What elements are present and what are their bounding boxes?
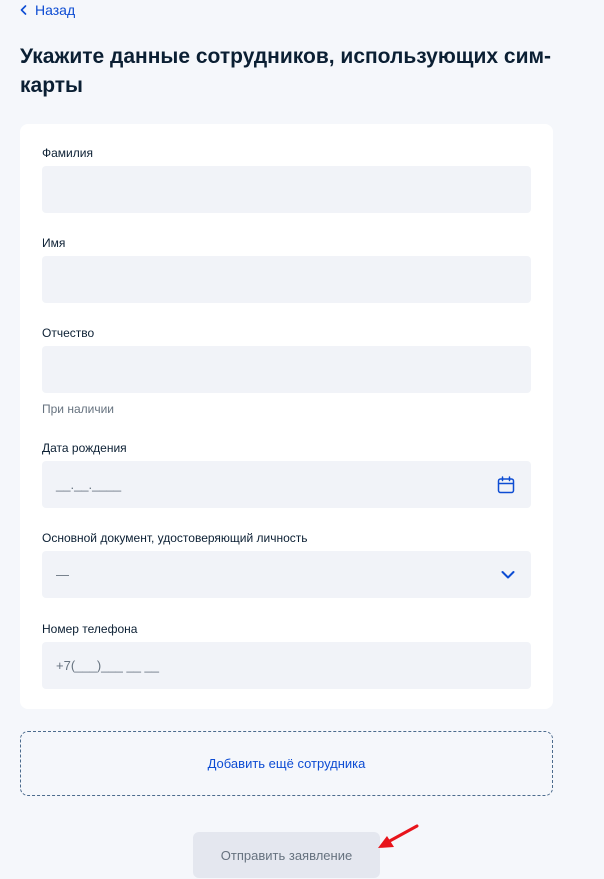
employee-form-card: Фамилия Имя Отчество При наличии Дата ро… — [20, 124, 553, 709]
add-employee-button[interactable]: Добавить ещё сотрудника — [20, 731, 553, 796]
add-employee-label: Добавить ещё сотрудника — [207, 756, 366, 771]
patronymic-input[interactable] — [42, 346, 531, 393]
back-link-label: Назад — [35, 2, 76, 18]
chevron-down-icon — [501, 570, 515, 578]
surname-input[interactable] — [42, 166, 531, 213]
phone-placeholder: +7(___)___ __ __ — [56, 658, 160, 673]
page-title: Укажите данные сотрудников, использующих… — [20, 45, 552, 97]
patronymic-label: Отчество — [42, 326, 95, 340]
back-link[interactable]: Назад — [20, 2, 75, 18]
birth-date-placeholder: __.__.____ — [56, 477, 122, 492]
birth-date-label: Дата рождения — [42, 441, 127, 455]
name-label: Имя — [42, 236, 66, 250]
document-selected: — — [56, 567, 69, 582]
patronymic-hint: При наличии — [42, 402, 114, 416]
phone-input[interactable]: +7(___)___ __ __ — [42, 642, 531, 689]
phone-label: Номер телефона — [42, 622, 138, 636]
document-label: Основной документ, удостоверяющий личнос… — [42, 531, 308, 545]
birth-date-input[interactable]: __.__.____ — [42, 461, 531, 508]
calendar-icon[interactable] — [497, 475, 515, 494]
red-arrow-annotation — [378, 824, 419, 848]
submit-application-button[interactable]: Отправить заявление — [193, 832, 380, 878]
chevron-left-icon — [20, 5, 27, 15]
document-select[interactable]: — — [42, 551, 531, 598]
submit-application-label: Отправить заявление — [220, 847, 353, 863]
name-input[interactable] — [42, 256, 531, 303]
surname-label: Фамилия — [42, 146, 93, 160]
